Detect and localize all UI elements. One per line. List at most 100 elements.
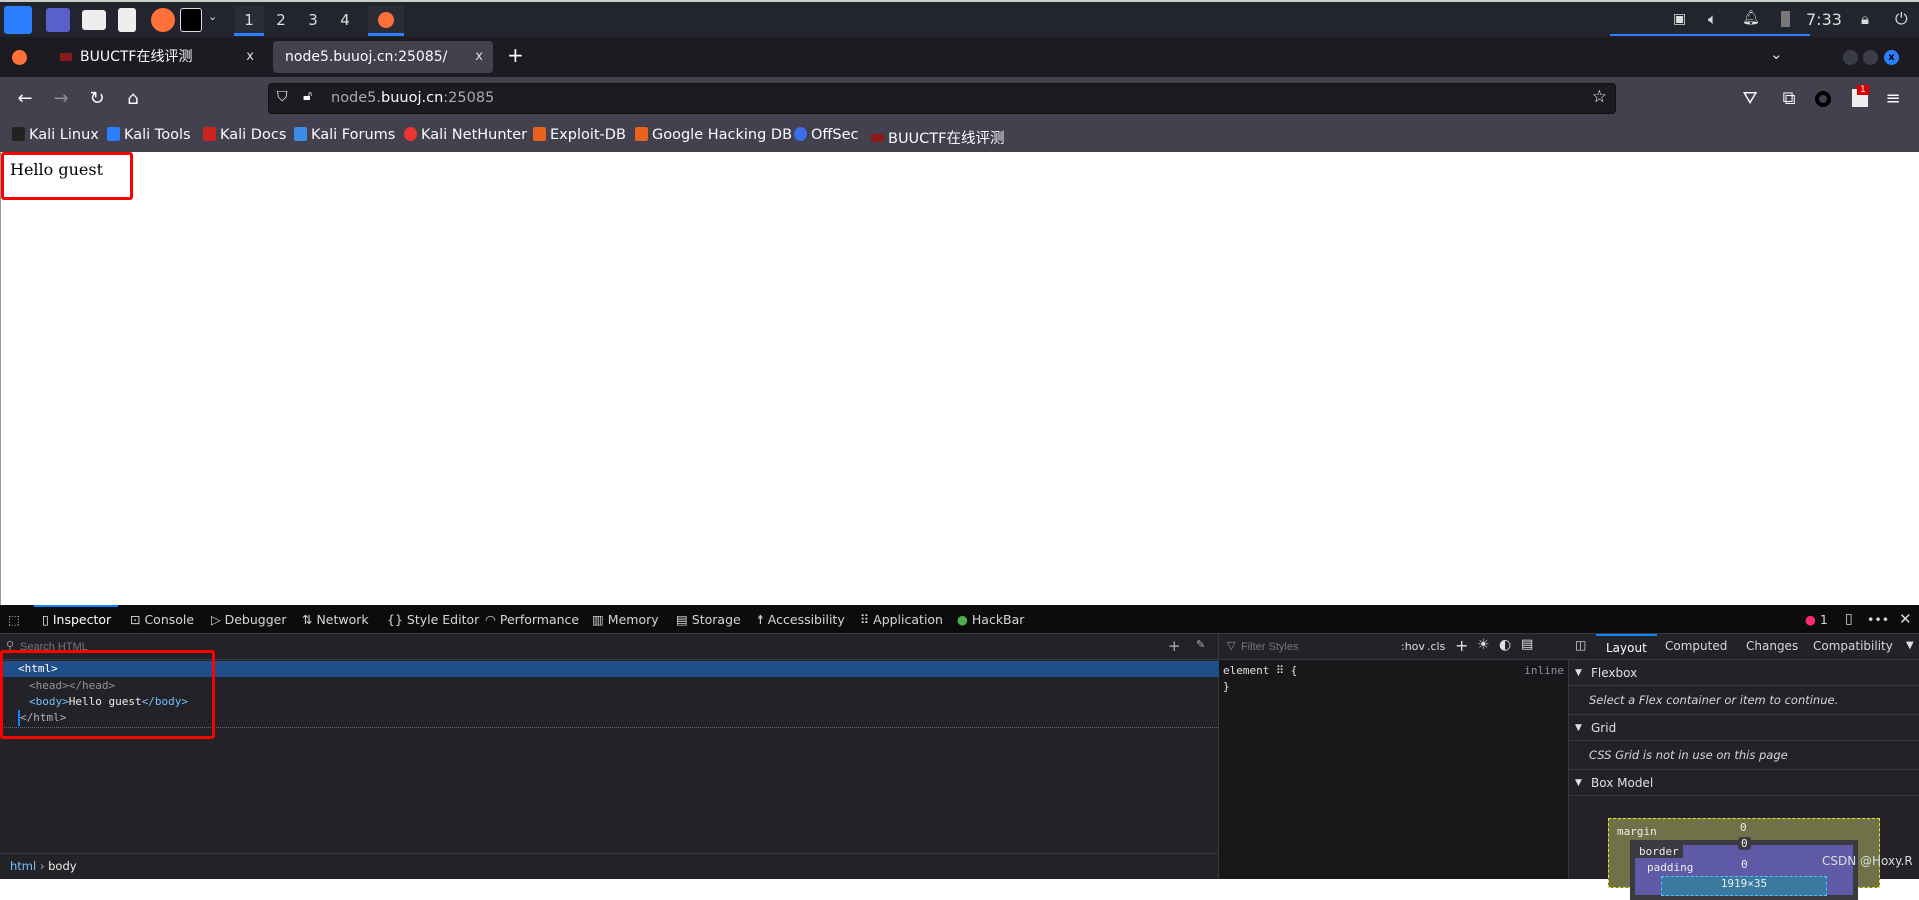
box-model-margin[interactable]: margin 0 border 0 padding 0 1919×35 xyxy=(1608,818,1880,900)
more-tabs-dropdown-icon[interactable]: ▼ xyxy=(1906,640,1914,651)
grid-dots-icon: ⠿ xyxy=(1275,664,1285,677)
tab-application[interactable]: ⠿ Application xyxy=(860,605,943,634)
bookmark-kali-nethunter[interactable]: Kali NetHunter xyxy=(404,127,527,143)
breadcrumb-body[interactable]: body xyxy=(48,859,76,873)
chevron-right-icon: › xyxy=(39,859,45,873)
buuctf-icon xyxy=(871,134,884,142)
clock[interactable]: 7:33 xyxy=(1806,10,1842,29)
url-text[interactable]: node5.buuoj.cn:25085 xyxy=(331,90,494,106)
bookmark-buuctf[interactable]: BUUCTF在线评测 xyxy=(871,127,1005,148)
logout-icon[interactable]: ⏻ xyxy=(1895,9,1908,29)
bookmark-offsec[interactable]: OffSec xyxy=(794,127,859,143)
bookmark-kali-tools[interactable]: Kali Tools xyxy=(107,127,191,143)
element-rule[interactable]: element ⠿ { xyxy=(1223,664,1297,677)
workspace-2[interactable]: 2 xyxy=(266,6,296,36)
box-model-border[interactable]: border 0 padding 0 1919×35 xyxy=(1630,837,1858,900)
close-tab-icon[interactable]: x xyxy=(475,41,483,73)
tab-label: node5.buuoj.cn:25085/ xyxy=(285,49,448,65)
tab-hackbar[interactable]: ● HackBar xyxy=(957,605,1024,634)
insecure-lock-icon[interactable]: 🔓︎ xyxy=(303,88,312,104)
firefox-window-button[interactable] xyxy=(368,6,404,36)
breadcrumb: html › body xyxy=(0,853,1219,879)
close-window-button[interactable]: x xyxy=(1884,50,1899,65)
workspace-4[interactable]: 4 xyxy=(330,6,360,36)
workspace-1[interactable]: 1 xyxy=(234,6,264,36)
tab-style-editor[interactable]: {} Style Editor xyxy=(387,605,479,634)
tab-compatibility[interactable]: Compatibility xyxy=(1813,639,1893,653)
caret-down-icon: ▼ xyxy=(1575,668,1582,678)
text-editor-icon[interactable] xyxy=(118,8,136,32)
volume-icon[interactable]: 🔈︎ xyxy=(1708,10,1717,28)
navigation-toolbar: ← → ↻ ⌂ ⛉ 🔓︎ node5.buuoj.cn:25085 ☆ ⛛ ⧉ … xyxy=(0,77,1919,120)
tab-layout[interactable]: Layout xyxy=(1596,634,1657,660)
tab-node5[interactable]: node5.buuoj.cn:25085/ x xyxy=(273,41,493,73)
tab-inspector[interactable]: ▯ Inspector xyxy=(34,605,118,634)
tab-console[interactable]: ⊡ Console xyxy=(130,605,194,634)
error-count[interactable]: ● 1 xyxy=(1805,605,1828,634)
extension-circle-icon[interactable] xyxy=(1815,91,1831,107)
battery-icon[interactable] xyxy=(1781,11,1790,27)
bookmark-google-hacking-db[interactable]: Google Hacking DB xyxy=(635,127,792,143)
bookmark-kali-linux[interactable]: Kali Linux xyxy=(12,127,99,143)
tab-accessibility[interactable]: ☨ Accessibility xyxy=(757,605,845,634)
bookmark-kali-forums[interactable]: Kali Forums xyxy=(294,127,395,143)
chevron-down-icon[interactable]: ⌄ xyxy=(208,10,217,23)
responsive-design-icon[interactable]: ▯ xyxy=(1845,605,1853,634)
flexbox-section-header[interactable]: ▼ Flexbox xyxy=(1569,660,1919,686)
close-tab-icon[interactable]: x xyxy=(246,41,254,73)
maximize-button[interactable] xyxy=(1863,50,1878,65)
back-button[interactable]: ← xyxy=(12,86,38,112)
add-rule-icon[interactable]: + xyxy=(1455,636,1468,655)
tab-debugger[interactable]: ▷ Debugger xyxy=(211,605,286,634)
firefox-icon[interactable] xyxy=(151,8,175,32)
network-icon[interactable]: ▣ xyxy=(1673,11,1686,27)
close-devtools-icon[interactable]: ✕ xyxy=(1899,605,1912,634)
grid-section-header[interactable]: ▼ Grid xyxy=(1569,715,1919,741)
element-picker-icon[interactable]: ⬚ xyxy=(8,605,20,634)
forward-button[interactable]: → xyxy=(48,86,74,112)
breadcrumb-html[interactable]: html xyxy=(10,859,36,873)
bookmark-exploit-db[interactable]: Exploit-DB xyxy=(533,127,626,143)
light-scheme-icon[interactable]: ☀ xyxy=(1477,637,1490,653)
list-tabs-chevron-icon[interactable]: ⌄ xyxy=(1770,45,1783,63)
new-tab-button[interactable]: + xyxy=(507,43,524,67)
hamburger-menu-icon[interactable]: ≡ xyxy=(1880,86,1906,112)
bookmark-kali-docs[interactable]: Kali Docs xyxy=(203,127,286,143)
kali-menu-icon[interactable] xyxy=(4,6,32,34)
file-manager-icon[interactable] xyxy=(82,10,106,30)
minimize-button[interactable] xyxy=(1843,50,1858,65)
terminal-icon[interactable] xyxy=(180,8,202,32)
cls-toggle[interactable]: .cls xyxy=(1427,640,1445,653)
tab-performance[interactable]: ◠ Performance xyxy=(485,605,579,634)
home-button[interactable]: ⌂ xyxy=(120,86,146,112)
tab-changes[interactable]: Changes xyxy=(1746,639,1798,653)
toggle-sidebar-icon[interactable]: ◫ xyxy=(1575,638,1586,652)
notification-bell-icon[interactable]: 🔔︎ xyxy=(1742,10,1760,26)
tab-network[interactable]: ⇅ Network xyxy=(302,605,369,634)
reload-button[interactable]: ↻ xyxy=(84,86,110,112)
hov-toggle[interactable]: :hov xyxy=(1401,640,1425,653)
tab-computed[interactable]: Computed xyxy=(1665,639,1727,653)
eyedropper-icon[interactable]: ✎ xyxy=(1196,638,1205,651)
tab-buuctf[interactable]: BUUCTF在线评测 x xyxy=(48,41,264,73)
web-page-content: Hello guest xyxy=(0,152,1919,605)
workspace-3[interactable]: 3 xyxy=(298,6,328,36)
extensions-puzzle-icon[interactable]: ⧉ xyxy=(1776,86,1802,112)
url-bar[interactable]: ⛉ 🔓︎ node5.buuoj.cn:25085 ☆ xyxy=(268,83,1616,114)
tracking-shield-icon[interactable]: ⛉ xyxy=(277,89,288,105)
box-model-content[interactable]: 1919×35 xyxy=(1661,876,1827,896)
dark-scheme-icon[interactable]: ◐ xyxy=(1499,637,1511,653)
add-node-icon[interactable]: + xyxy=(1168,637,1181,655)
pocket-icon[interactable]: ⛛ xyxy=(1737,86,1763,112)
firefox-view-icon[interactable] xyxy=(12,50,27,65)
tab-memory[interactable]: ▥ Memory xyxy=(592,605,659,634)
storage-icon: ▤ xyxy=(676,612,692,627)
box-model-section-header[interactable]: ▼ Box Model xyxy=(1569,770,1919,796)
print-media-icon[interactable]: ▤ xyxy=(1521,637,1533,652)
show-desktop-icon[interactable] xyxy=(46,8,70,32)
tab-storage[interactable]: ▤ Storage xyxy=(676,605,741,634)
more-options-icon[interactable]: ••• xyxy=(1867,605,1889,634)
lock-icon[interactable]: 🔒︎ xyxy=(1861,10,1869,28)
filter-styles-input[interactable] xyxy=(1241,638,1391,656)
bookmark-star-icon[interactable]: ☆ xyxy=(1592,87,1607,107)
